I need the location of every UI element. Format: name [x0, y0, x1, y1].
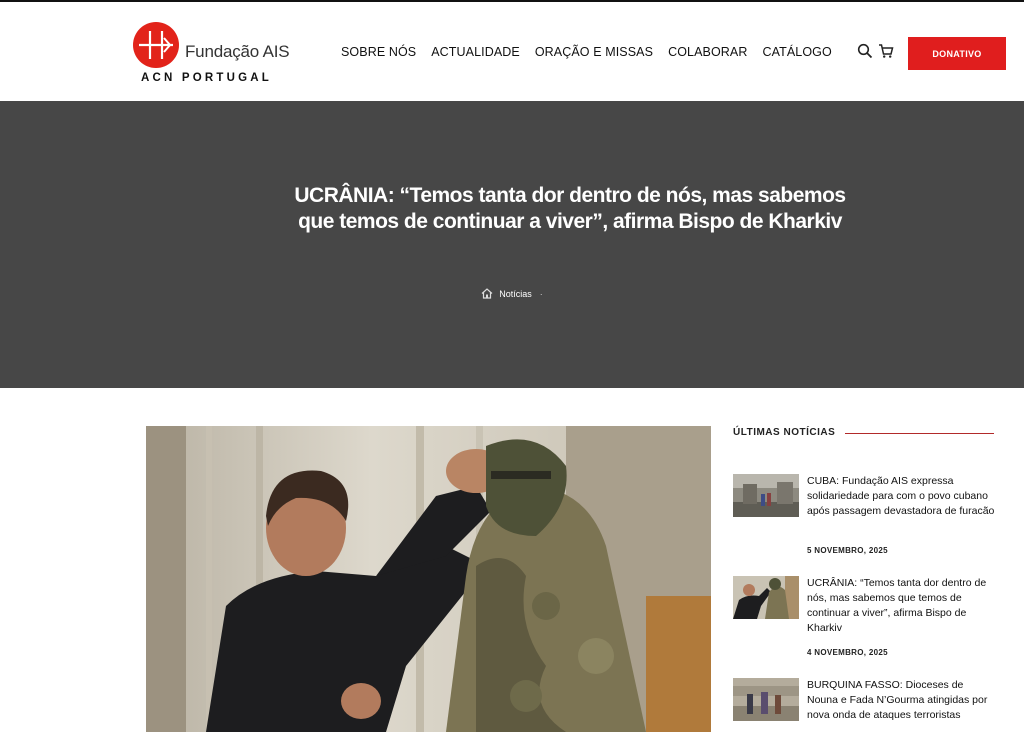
breadcrumb-noticias[interactable]: Notícias — [499, 289, 532, 299]
news-thumbnail[interactable] — [733, 474, 799, 517]
page-title: UCRÂNIA: “Temos tanta dor dentro de nós,… — [294, 184, 846, 233]
article-photo — [146, 426, 711, 732]
main-nav: SOBRE NÓS ACTUALIDADE ORAÇÃO E MISSAS CO… — [341, 45, 832, 59]
news-date: 4 NOVEMBRO, 2025 — [807, 648, 888, 657]
nav-item-catalogo[interactable]: CATÁLOGO — [762, 45, 831, 59]
donate-button[interactable]: DONATIVO — [908, 37, 1006, 70]
news-title[interactable]: BURQUINA FASSO: Dioceses de Nouna e Fada… — [807, 678, 997, 723]
sidebar-heading: ÚLTIMAS NOTÍCIAS — [733, 427, 836, 438]
breadcrumb-separator: · — [539, 288, 543, 299]
search-icon[interactable] — [857, 43, 873, 59]
sidebar-heading-rule — [845, 433, 994, 434]
nav-item-actualidade[interactable]: ACTUALIDADE — [431, 45, 520, 59]
site-header: Fundação AIS ACN PORTUGAL SOBRE NÓS ACTU… — [0, 2, 1024, 101]
logo-cross-icon — [133, 22, 179, 68]
news-thumbnail[interactable] — [733, 678, 799, 721]
nav-item-colaborar[interactable]: COLABORAR — [668, 45, 747, 59]
nav-item-sobre-nos[interactable]: SOBRE NÓS — [341, 45, 416, 59]
home-icon[interactable] — [481, 288, 493, 299]
hero-banner: UCRÂNIA: “Temos tanta dor dentro de nós,… — [0, 101, 1024, 388]
nav-item-oracao-e-missas[interactable]: ORAÇÃO E MISSAS — [535, 45, 653, 59]
news-title[interactable]: CUBA: Fundação AIS expressa solidariedad… — [807, 474, 997, 519]
logo-subtitle: ACN PORTUGAL — [141, 72, 273, 84]
logo-name: Fundação AIS — [185, 42, 290, 61]
site-logo[interactable]: Fundação AIS ACN PORTUGAL — [133, 22, 293, 88]
news-date: 5 NOVEMBRO, 2025 — [807, 546, 888, 555]
news-thumbnail[interactable] — [733, 576, 799, 619]
news-title[interactable]: UCRÂNIA: “Temos tanta dor dentro de nós,… — [807, 576, 997, 636]
cart-icon[interactable] — [878, 43, 894, 59]
breadcrumb: Notícias · — [0, 288, 1024, 299]
